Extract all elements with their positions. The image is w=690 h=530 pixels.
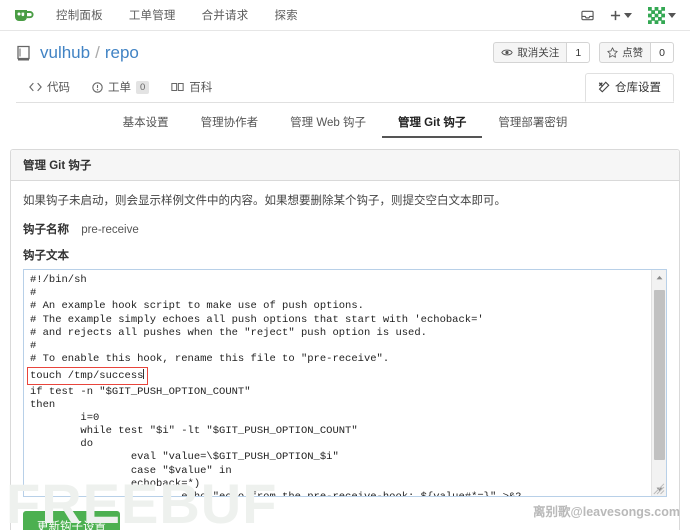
repo-tab-code-label: 代码 xyxy=(47,82,70,94)
repo-tab-wiki[interactable]: 百科 xyxy=(160,79,223,102)
inbox-icon[interactable] xyxy=(581,9,594,22)
hook-text-label: 钩子文本 xyxy=(23,250,69,263)
highlighted-command-line[interactable]: touch /tmp/success xyxy=(27,366,149,385)
watch-count[interactable]: 1 xyxy=(566,42,591,63)
git-hooks-panel: 管理 Git 钩子 如果钩子未启动，则会显示样例文件中的内容。如果想要删除某个钩… xyxy=(10,149,680,530)
code-icon xyxy=(29,82,42,92)
tools-icon xyxy=(598,81,610,93)
chevron-down-icon xyxy=(624,13,632,18)
text-cursor xyxy=(143,368,145,379)
textarea-scrollbar[interactable] xyxy=(651,270,667,497)
repo-name-link[interactable]: repo xyxy=(105,42,139,64)
create-new-menu[interactable] xyxy=(610,10,632,21)
scroll-up-arrow-icon[interactable] xyxy=(652,270,667,284)
chevron-down-icon xyxy=(668,13,676,18)
panel-title: 管理 Git 钩子 xyxy=(11,150,679,181)
repo-path-separator: / xyxy=(95,43,100,62)
top-navbar-links: 控制面板 工单管理 合并请求 探索 xyxy=(56,7,298,23)
star-button[interactable]: 点赞 xyxy=(599,42,651,63)
repo-tab-issues-label: 工单 xyxy=(108,82,131,94)
scrollbar-thumb[interactable] xyxy=(653,290,665,461)
top-navbar-right xyxy=(581,0,676,31)
hook-name-label: 钩子名称 xyxy=(23,224,69,237)
eye-icon xyxy=(501,49,513,56)
star-label: 点赞 xyxy=(622,47,644,59)
topnav-link-dashboard[interactable]: 控制面板 xyxy=(56,7,103,23)
repo-owner-link[interactable]: vulhub xyxy=(40,42,90,64)
code-before: #!/bin/sh # # An example hook script to … xyxy=(30,274,484,365)
repo-tab-issues[interactable]: 工单 0 xyxy=(81,79,160,102)
panel-body: 如果钩子未启动，则会显示样例文件中的内容。如果想要删除某个钩子，则提交空白文本即… xyxy=(11,181,679,530)
repo-action-buttons: 取消关注 1 点赞 0 xyxy=(493,42,674,63)
scrollbar-track[interactable] xyxy=(652,284,667,482)
repo-header: vulhub / repo 取消关注 1 点赞 0 代码 工单 0 百科 仓库设… xyxy=(0,31,690,103)
star-icon xyxy=(607,47,618,58)
hook-content-textarea[interactable]: #!/bin/sh # # An example hook script to … xyxy=(23,269,667,498)
repo-tab-wiki-label: 百科 xyxy=(189,82,213,94)
topnav-link-pull-requests[interactable]: 合并请求 xyxy=(202,7,249,23)
subtab-git-hooks[interactable]: 管理 Git 钩子 xyxy=(381,114,483,138)
gitea-mug-icon[interactable] xyxy=(14,8,34,23)
subtab-deploy-keys[interactable]: 管理部署密钥 xyxy=(482,114,583,138)
unwatch-button[interactable]: 取消关注 xyxy=(493,42,567,63)
subtab-collaborators[interactable]: 管理协作者 xyxy=(185,114,275,138)
issue-opened-icon xyxy=(92,81,103,93)
hook-name-row: 钩子名称 pre-receive xyxy=(23,221,667,237)
subtab-basic-settings[interactable]: 基本设置 xyxy=(107,114,185,138)
star-button-group: 点赞 0 xyxy=(599,42,674,63)
code-after: if test -n "$GIT_PUSH_OPTION_COUNT" then… xyxy=(30,386,521,496)
user-menu[interactable] xyxy=(648,7,676,24)
repo-tab-issues-badge: 0 xyxy=(136,80,150,94)
hook-code-content[interactable]: #!/bin/sh # # An example hook script to … xyxy=(24,270,651,496)
repo-tab-settings-label: 仓库设置 xyxy=(615,82,661,94)
user-avatar-identicon xyxy=(648,7,665,24)
page-root: 控制面板 工单管理 合并请求 探索 vulhub / repo 取消关注 1 点… xyxy=(0,0,690,530)
hook-name-value: pre-receive xyxy=(81,224,139,237)
star-count[interactable]: 0 xyxy=(650,42,674,63)
textarea-resize-handle[interactable] xyxy=(653,483,665,495)
topnav-link-issues[interactable]: 工单管理 xyxy=(129,7,176,23)
book-icon xyxy=(171,83,184,91)
subtab-webhooks[interactable]: 管理 Web 钩子 xyxy=(274,114,382,138)
update-hook-button[interactable]: 更新钩子设置 xyxy=(23,511,120,530)
plus-icon xyxy=(610,10,621,21)
panel-description: 如果钩子未启动，则会显示样例文件中的内容。如果想要删除某个钩子，则提交空白文本即… xyxy=(23,195,506,207)
repo-tab-settings[interactable]: 仓库设置 xyxy=(585,73,674,102)
repo-tab-code[interactable]: 代码 xyxy=(18,79,81,102)
unwatch-label: 取消关注 xyxy=(517,47,560,59)
top-navbar: 控制面板 工单管理 合并请求 探索 xyxy=(0,0,690,31)
repo-tab-bar: 代码 工单 0 百科 仓库设置 xyxy=(16,73,674,103)
settings-subtab-bar: 基本设置 管理协作者 管理 Web 钩子 管理 Git 钩子 管理部署密钥 xyxy=(0,103,690,138)
topnav-link-explore[interactable]: 探索 xyxy=(274,7,297,23)
highlighted-command-text: touch /tmp/success xyxy=(30,369,144,382)
repo-book-icon xyxy=(16,45,32,62)
watch-button-group: 取消关注 1 xyxy=(493,42,591,63)
